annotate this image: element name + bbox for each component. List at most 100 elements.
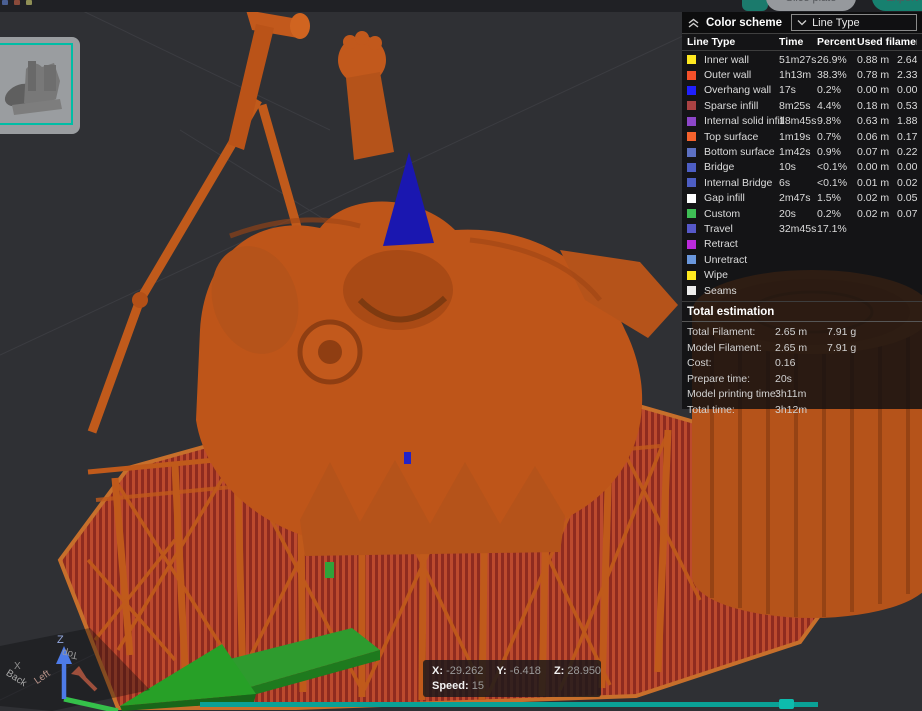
line-type-weight: 2.64 g — [897, 54, 917, 66]
line-type-swatch — [687, 224, 696, 233]
table-row: Bottom surface 1m42s 0.9% 0.07 m 0.22 g — [682, 144, 922, 159]
top-toolbar: Slice plate Export — [0, 0, 922, 12]
line-type-label: Travel — [704, 223, 779, 235]
line-type-time: 17s — [779, 84, 817, 96]
total-value-2: 7.91 g — [827, 342, 917, 354]
line-type-swatch — [687, 163, 696, 172]
header-percent: Percent — [817, 36, 857, 48]
total-value: 20s — [775, 373, 827, 385]
line-type-swatch — [687, 178, 696, 187]
export-button[interactable]: Export — [872, 0, 922, 11]
line-type-time: 1h13m — [779, 69, 817, 81]
z-value: 28.950 — [567, 665, 601, 677]
table-row: Internal solid infill 18m45s 9.8% 0.63 m… — [682, 114, 922, 129]
line-type-time: 51m27s — [779, 54, 817, 66]
line-type-swatch — [687, 117, 696, 126]
view-type-dropdown[interactable]: Line Type — [791, 14, 917, 31]
total-value: 2.65 m — [775, 326, 827, 338]
total-label: Total time: — [687, 404, 775, 416]
line-type-rows: Inner wall 51m27s 26.9% 0.88 m 2.64 g Ou… — [682, 51, 922, 298]
line-type-weight: 0.02 g — [897, 177, 917, 189]
line-type-length: 0.00 m — [857, 84, 897, 96]
line-type-time: 2m47s — [779, 192, 817, 204]
line-type-label: Sparse infill — [704, 100, 779, 112]
table-row: Top surface 1m19s 0.7% 0.06 m 0.17 g — [682, 129, 922, 144]
line-type-weight: 1.88 g — [897, 115, 917, 127]
total-estimation-title: Total estimation — [682, 302, 922, 322]
table-row: Travel 32m45s 17.1% — [682, 221, 922, 236]
table-row: Seams — [682, 283, 922, 298]
overhang-speck — [404, 452, 411, 464]
line-type-time: 10s — [779, 161, 817, 173]
plate-thumbnail[interactable] — [0, 37, 80, 134]
line-type-time: 32m45s — [779, 223, 817, 235]
tooltip-coordinates: X: -29.262 Y: -6.418 Z: 28.950 — [432, 664, 592, 679]
view-type-value: Line Type — [812, 17, 860, 29]
line-type-length: 0.02 m — [857, 192, 897, 204]
line-type-swatch — [687, 101, 696, 110]
line-type-time: 18m45s — [779, 115, 817, 127]
speed-value: 15 — [472, 680, 484, 692]
total-label: Prepare time: — [687, 373, 775, 385]
line-type-swatch — [687, 271, 696, 280]
total-estimation-rows: Total Filament: 2.65 m 7.91 g Model Fila… — [682, 322, 922, 417]
toolbar-button-fragment[interactable] — [742, 0, 768, 11]
line-type-label: Wipe — [704, 269, 779, 281]
line-type-weight: 0.53 g — [897, 100, 917, 112]
speed-label: Speed: — [432, 680, 469, 692]
table-row: Inner wall 51m27s 26.9% 0.88 m 2.64 g — [682, 52, 922, 67]
custom-speck — [325, 562, 334, 578]
line-type-swatch — [687, 132, 696, 141]
table-row: Wipe — [682, 267, 922, 282]
line-type-swatch — [687, 55, 696, 64]
move-slider[interactable] — [200, 702, 818, 707]
total-estimation-section: Total estimation Total Filament: 2.65 m … — [682, 301, 922, 417]
line-type-label: Outer wall — [704, 69, 779, 81]
line-type-percent: 26.9% — [817, 54, 857, 66]
line-type-percent: <0.1% — [817, 177, 857, 189]
total-row: Total Filament: 2.65 m 7.91 g — [682, 324, 922, 340]
line-type-percent: 0.9% — [817, 146, 857, 158]
line-type-weight: 0.22 g — [897, 146, 917, 158]
slice-plate-button[interactable]: Slice plate — [766, 0, 856, 11]
table-row: Retract — [682, 237, 922, 252]
panel-header: Color scheme Line Type — [682, 12, 922, 34]
total-value: 3h11m — [775, 388, 827, 400]
table-row: Sparse infill 8m25s 4.4% 0.18 m 0.53 g — [682, 98, 922, 113]
total-value-2: 7.91 g — [827, 326, 917, 338]
table-row: Bridge 10s <0.1% 0.00 m 0.00 g — [682, 160, 922, 175]
table-row: Custom 20s 0.2% 0.02 m 0.07 g — [682, 206, 922, 221]
total-row: Total time: 3h12m — [682, 402, 922, 418]
line-type-label: Gap infill — [704, 192, 779, 204]
line-type-length: 0.63 m — [857, 115, 897, 127]
tooltip-speed: Speed: 15 — [432, 679, 592, 694]
line-type-percent: 0.2% — [817, 84, 857, 96]
total-label: Cost: — [687, 357, 775, 369]
line-type-label: Custom — [704, 208, 779, 220]
total-value: 3h12m — [775, 404, 827, 416]
line-type-weight: 0.00 g — [897, 161, 917, 173]
table-row: Outer wall 1h13m 38.3% 0.78 m 2.33 g — [682, 67, 922, 82]
line-type-percent: 9.8% — [817, 115, 857, 127]
collapse-icon[interactable] — [687, 17, 700, 29]
line-type-label: Internal solid infill — [704, 115, 779, 127]
header-time: Time — [779, 36, 817, 48]
table-row: Internal Bridge 6s <0.1% 0.01 m 0.02 g — [682, 175, 922, 190]
slicer-preview-window: Slice plate Export Color scheme — [0, 0, 922, 711]
y-value: -6.418 — [510, 665, 541, 677]
line-type-length: 0.07 m — [857, 146, 897, 158]
total-label: Total Filament: — [687, 326, 775, 338]
line-type-weight: 0.00 g — [897, 84, 917, 96]
line-type-length: 0.00 m — [857, 161, 897, 173]
move-slider-handle[interactable] — [779, 699, 794, 709]
line-type-label: Internal Bridge — [704, 177, 779, 189]
line-type-swatch — [687, 148, 696, 157]
print-statistics-panel: Color scheme Line Type Line Type Time Pe… — [682, 12, 922, 409]
line-type-weight: 0.07 g — [897, 208, 917, 220]
line-type-length: 0.88 m — [857, 54, 897, 66]
line-type-percent: 0.7% — [817, 131, 857, 143]
total-row: Model printing time: 3h11m — [682, 386, 922, 402]
header-line-type: Line Type — [687, 36, 779, 48]
x-label: X: — [432, 665, 443, 677]
x-value: -29.262 — [446, 665, 483, 677]
